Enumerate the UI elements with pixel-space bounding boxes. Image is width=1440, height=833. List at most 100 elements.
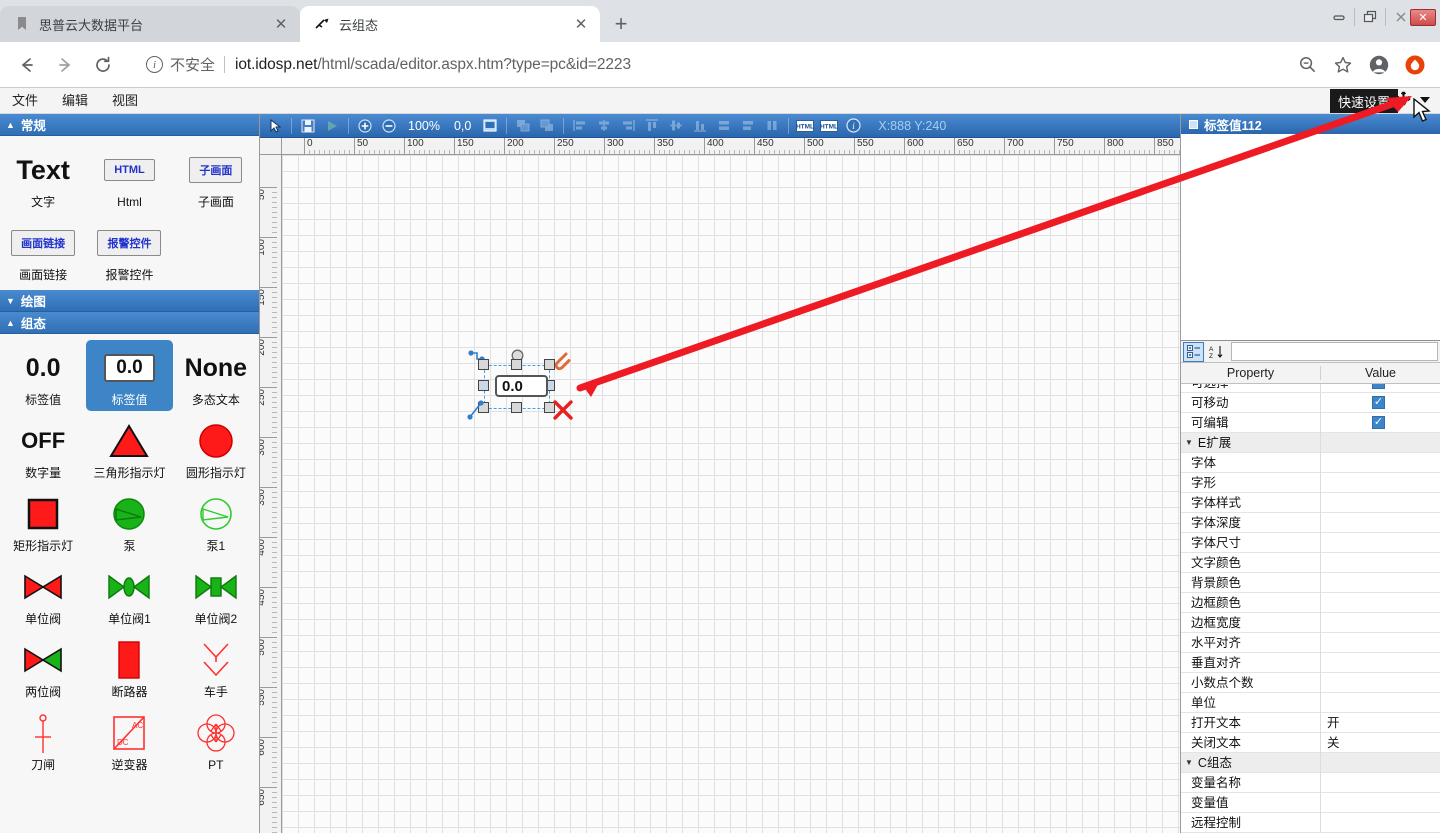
html-icon[interactable]: HTML xyxy=(794,116,816,136)
palette-section-header-general[interactable]: ▲ 常规 xyxy=(0,114,259,136)
browser-tab-2-close-icon[interactable]: ✕ xyxy=(572,15,590,33)
extension-icon[interactable] xyxy=(1400,50,1430,80)
align-left-icon[interactable] xyxy=(569,116,591,136)
palette-item-multitext[interactable]: None 多态文本 xyxy=(173,340,259,411)
window-restore-button[interactable] xyxy=(1355,5,1385,29)
page-icon[interactable] xyxy=(479,116,501,136)
properties-rows[interactable]: 可选择✓可移动✓可编辑✓▼E扩展字体字形字体样式字体深度字体尺寸文字颜色背景颜色… xyxy=(1181,384,1440,833)
reload-button[interactable] xyxy=(86,48,120,82)
property-value[interactable] xyxy=(1321,693,1440,713)
property-value[interactable] xyxy=(1321,493,1440,513)
align-top-icon[interactable] xyxy=(641,116,663,136)
palette-item-knife-switch[interactable]: 刀闸 xyxy=(0,705,86,776)
resize-handle-ne[interactable] xyxy=(544,359,555,370)
resize-handle-w[interactable] xyxy=(478,380,489,391)
property-value[interactable] xyxy=(1321,673,1440,693)
property-value[interactable] xyxy=(1321,553,1440,573)
sort-alpha-icon[interactable]: A Z xyxy=(1206,342,1227,362)
align-center-icon[interactable] xyxy=(593,116,615,136)
zoom-in-icon[interactable] xyxy=(354,116,376,136)
property-row[interactable]: 边框宽度 xyxy=(1181,613,1440,633)
property-value[interactable] xyxy=(1321,773,1440,793)
same-size-icon[interactable] xyxy=(761,116,783,136)
menu-file[interactable]: 文件 xyxy=(0,88,50,113)
property-row[interactable]: 变量值 xyxy=(1181,793,1440,813)
resize-handle-n[interactable] xyxy=(511,359,522,370)
categorize-icon[interactable] xyxy=(1183,342,1204,362)
palette-item-tagvalue-field[interactable]: 0.0 标签值 xyxy=(86,340,172,411)
property-row[interactable]: 字体 xyxy=(1181,453,1440,473)
palette-item-html[interactable]: HTML Html xyxy=(86,142,172,213)
palette-item-valve[interactable]: 单位阀 xyxy=(0,559,86,630)
palette-item-subscreen[interactable]: 子画面 子画面 xyxy=(173,142,259,213)
property-value[interactable] xyxy=(1321,473,1440,493)
browser-tab-1[interactable]: 思普云大数据平台 ✕ xyxy=(0,6,300,42)
palette-item-text[interactable]: Text 文字 xyxy=(0,142,86,213)
property-value[interactable]: ✓ xyxy=(1321,384,1440,393)
palette-item-chevron[interactable]: 车手 xyxy=(173,632,259,703)
bring-front-icon[interactable] xyxy=(512,116,534,136)
property-row[interactable]: 文字颜色 xyxy=(1181,553,1440,573)
menu-view[interactable]: 视图 xyxy=(100,88,150,113)
move-cross-icon[interactable] xyxy=(1396,91,1411,111)
palette-item-valve1[interactable]: 单位阀1 xyxy=(86,559,172,630)
property-row[interactable]: 边框颜色 xyxy=(1181,593,1440,613)
property-row[interactable]: 水平对齐 xyxy=(1181,633,1440,653)
palette-item-screenlink[interactable]: 画面链接 画面链接 xyxy=(0,215,86,286)
property-row[interactable]: 小数点个数 xyxy=(1181,673,1440,693)
property-value[interactable] xyxy=(1321,573,1440,593)
property-category-row[interactable]: ▼C组态 xyxy=(1181,753,1440,773)
canvas-page[interactable]: 0.0 xyxy=(282,155,1180,833)
info-icon[interactable]: i xyxy=(146,56,163,73)
palette-item-two-way-valve[interactable]: 两位阀 xyxy=(0,632,86,703)
palette-item-alarmwidget[interactable]: 报警控件 报警控件 xyxy=(86,215,172,286)
run-icon[interactable] xyxy=(321,116,343,136)
property-row[interactable]: 背景颜色 xyxy=(1181,573,1440,593)
caret-down-icon[interactable]: ▼ xyxy=(1185,433,1193,453)
same-height-icon[interactable] xyxy=(737,116,759,136)
property-row[interactable]: 关闭文本关 xyxy=(1181,733,1440,753)
align-middle-icon[interactable] xyxy=(665,116,687,136)
zoom-out-icon[interactable] xyxy=(378,116,400,136)
property-category-row[interactable]: ▼E扩展 xyxy=(1181,433,1440,453)
pointer-icon[interactable] xyxy=(264,116,286,136)
palette-item-pump[interactable]: 泵 xyxy=(86,486,172,557)
property-row[interactable]: 单位 xyxy=(1181,693,1440,713)
property-value[interactable] xyxy=(1321,533,1440,553)
forward-button[interactable] xyxy=(48,48,82,82)
property-row[interactable]: 字体样式 xyxy=(1181,493,1440,513)
property-value[interactable]: ✓ xyxy=(1321,393,1440,413)
resize-handle-icon[interactable] xyxy=(466,399,488,428)
browser-tab-1-close-icon[interactable]: ✕ xyxy=(272,15,290,33)
property-value[interactable] xyxy=(1321,633,1440,653)
property-value[interactable]: 开 xyxy=(1321,713,1440,733)
property-row[interactable]: 字形 xyxy=(1181,473,1440,493)
bookmark-star-icon[interactable] xyxy=(1328,50,1358,80)
resize-handle-s[interactable] xyxy=(511,402,522,413)
palette-item-circle-indicator[interactable]: 圆形指示灯 xyxy=(173,413,259,484)
property-checkbox[interactable]: ✓ xyxy=(1372,416,1385,429)
property-value[interactable] xyxy=(1321,613,1440,633)
zoom-out-icon[interactable] xyxy=(1292,50,1322,80)
close-icon[interactable]: ✕ xyxy=(1410,9,1436,26)
palette-item-pt[interactable]: PT xyxy=(173,705,259,776)
property-checkbox[interactable]: ✓ xyxy=(1372,396,1385,409)
palette-item-valve2[interactable]: 单位阀2 xyxy=(173,559,259,630)
new-tab-button[interactable]: + xyxy=(606,9,636,39)
same-width-icon[interactable] xyxy=(713,116,735,136)
profile-icon[interactable] xyxy=(1364,50,1394,80)
palette-item-breaker[interactable]: 断路器 xyxy=(86,632,172,703)
property-row[interactable]: 字体深度 xyxy=(1181,513,1440,533)
window-minimize-button[interactable] xyxy=(1324,5,1354,29)
align-bottom-icon[interactable] xyxy=(689,116,711,136)
save-icon[interactable] xyxy=(297,116,319,136)
property-search-input[interactable] xyxy=(1231,342,1438,361)
palette-item-rect-indicator[interactable]: 矩形指示灯 xyxy=(0,486,86,557)
property-row[interactable]: 可编辑✓ xyxy=(1181,413,1440,433)
property-value[interactable] xyxy=(1321,453,1440,473)
palette-section-header-drawing[interactable]: ▼ 绘图 xyxy=(0,290,259,312)
delete-x-icon[interactable] xyxy=(552,399,574,426)
back-button[interactable] xyxy=(10,48,44,82)
palette-item-inverter[interactable]: AC DC 逆变器 xyxy=(86,705,172,776)
property-row[interactable]: 变量名称 xyxy=(1181,773,1440,793)
